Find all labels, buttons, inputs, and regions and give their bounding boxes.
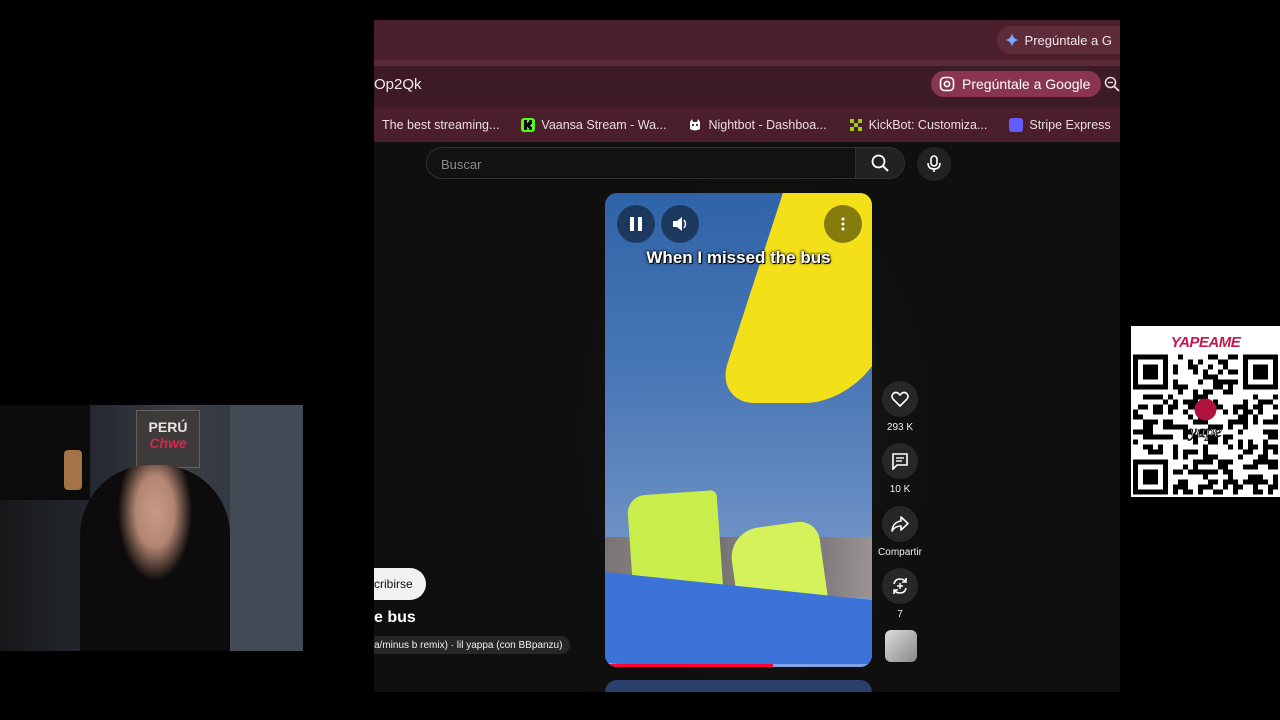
ask-google-label: Pregúntale a Google	[962, 76, 1091, 92]
bookmark-streaming[interactable]: The best streaming...	[382, 118, 499, 132]
share-label: Compartir	[878, 547, 922, 558]
nightbot-icon	[688, 118, 702, 132]
short-video-player[interactable]: When I missed the bus	[605, 193, 872, 667]
ask-google-tab-button[interactable]: Pregúntale a G	[996, 26, 1120, 54]
bookmark-nightbot[interactable]: Nightbot - Dashboa...	[688, 118, 827, 132]
remix-count: 7	[897, 609, 903, 620]
kickbot-icon	[849, 118, 863, 132]
pause-button[interactable]	[617, 205, 655, 243]
like-count: 293 K	[886, 422, 914, 433]
ask-google-tab-label: Pregúntale a G	[1024, 32, 1112, 48]
bookmark-streaming-label: The best streaming...	[382, 118, 500, 132]
bookmarks-bar: The best streaming... Vaansa Stream - Wa…	[374, 108, 1120, 142]
bookmark-nightbot-label: Nightbot - Dashboa...	[708, 118, 827, 132]
sound-thumbnail[interactable]	[885, 630, 917, 662]
pause-icon	[630, 217, 642, 231]
toolbar-divider	[374, 60, 1120, 66]
streamer-figure	[80, 465, 230, 651]
zoom-icon[interactable]	[1104, 76, 1120, 92]
browser-window: Pregúntale a G Op2Qk Pregúntale a Google…	[374, 20, 1120, 692]
bookmark-stripe-express[interactable]: Stripe Express	[1009, 118, 1111, 132]
comment-action: 10 K	[880, 443, 920, 495]
next-short-preview[interactable]	[605, 680, 872, 692]
yape-qr-panel: YAPEAME yape	[1131, 326, 1280, 497]
google-lens-icon	[939, 76, 955, 92]
bookmark-kickbot-label: KickBot: Customiza...	[868, 118, 988, 132]
yape-brand-text: yape	[1187, 422, 1222, 441]
video-title[interactable]: e bus	[374, 609, 416, 627]
heart-icon	[891, 391, 909, 407]
bookmark-kickbot[interactable]: KickBot: Customiza...	[849, 118, 988, 132]
address-bar-url[interactable]: Op2Qk	[374, 76, 422, 93]
video-caption: When I missed the bus	[646, 248, 831, 267]
volume-button[interactable]	[661, 205, 699, 243]
webcam-lamp	[64, 450, 82, 490]
sound-chip[interactable]: a/minus b remix) · lil yappa (con BBpanz…	[374, 636, 571, 654]
share-action: Compartir	[875, 506, 925, 558]
comments-button[interactable]	[882, 443, 918, 479]
subscribe-button[interactable]: cribirse	[374, 568, 426, 600]
remix-icon	[893, 578, 907, 594]
webcam-door	[230, 405, 303, 651]
like-action: 293 K	[880, 381, 920, 433]
sound-name: a/minus b remix) · lil yappa (con BBpanz…	[374, 639, 563, 651]
more-vertical-icon	[841, 217, 845, 231]
stripe-icon	[1009, 118, 1024, 132]
volume-icon	[673, 217, 687, 231]
more-options-button[interactable]	[824, 205, 862, 243]
qr-title: YAPEAME	[1170, 334, 1241, 351]
ask-google-button[interactable]: Pregúntale a Google	[931, 71, 1102, 97]
comment-count: 10 K	[889, 484, 911, 495]
share-button[interactable]	[882, 506, 918, 542]
bookmark-stripe-express-label: Stripe Express	[1029, 118, 1111, 132]
comment-icon	[892, 453, 908, 470]
kick-icon	[521, 118, 536, 132]
qr-code-icon: yape	[1133, 354, 1278, 495]
share-icon	[891, 516, 909, 532]
bookmark-vaansa-stream-label: Vaansa Stream - Wa...	[541, 118, 667, 132]
tab-strip: Pregúntale a G	[374, 20, 1120, 60]
poster-line-2: Chwe	[149, 435, 187, 451]
remix-button[interactable]	[882, 568, 918, 604]
like-button[interactable]	[882, 381, 918, 417]
webcam-overlay: PERÚ Chwe	[0, 405, 303, 651]
wall-poster: PERÚ Chwe	[136, 410, 200, 468]
subscribe-label: cribirse	[374, 577, 413, 591]
poster-line-1: PERÚ	[148, 419, 188, 435]
microphone-icon	[927, 155, 941, 172]
gemini-sparkle-icon	[1004, 33, 1019, 47]
remix-action: 7	[880, 568, 920, 620]
progress-bar	[605, 664, 774, 667]
bookmark-vaansa-stream[interactable]: Vaansa Stream - Wa...	[521, 118, 666, 132]
